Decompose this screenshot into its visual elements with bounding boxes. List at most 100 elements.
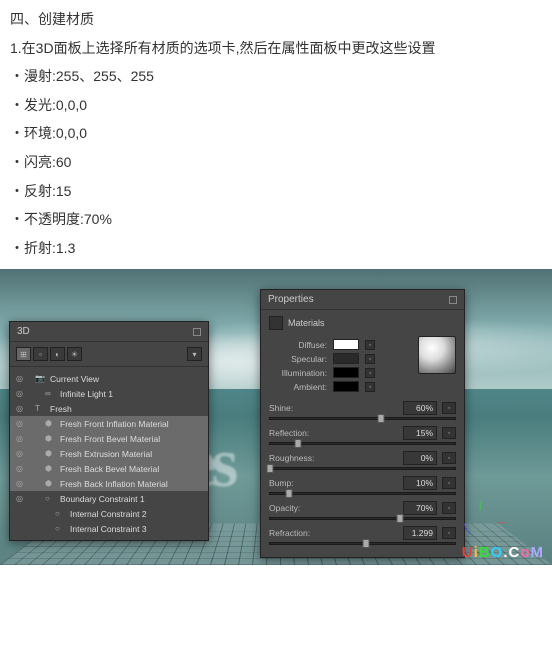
item-type-icon: ⬢ <box>45 449 56 458</box>
slider-track[interactable] <box>269 467 456 470</box>
visibility-icon[interactable]: ◎ <box>16 464 27 473</box>
slider-thumb[interactable] <box>396 514 403 523</box>
tree-row[interactable]: ○Internal Constraint 2 <box>10 506 208 521</box>
visibility-icon[interactable]: ◎ <box>16 389 27 398</box>
slider-track[interactable] <box>269 517 456 520</box>
tree-row[interactable]: ◎ ⬢ Fresh Front Bevel Material <box>10 431 208 446</box>
3d-panel-label: 3D <box>17 326 30 337</box>
panel-menu-icon[interactable] <box>449 296 457 304</box>
tree-row[interactable]: ◎⬢Fresh Extrusion Material <box>10 446 208 461</box>
tree-row[interactable]: ◎📷Current View <box>10 371 208 386</box>
3d-scene-tree: ◎📷Current View◎∞Infinite Light 1◎TFresh◎… <box>10 367 208 540</box>
watermark: UiBO.CoM <box>462 544 544 561</box>
slider-value[interactable]: 0% <box>403 451 437 465</box>
properties-panel-title[interactable]: Properties <box>261 290 464 310</box>
slider-track[interactable] <box>269 542 456 545</box>
visibility-icon[interactable]: ◎ <box>16 434 27 443</box>
visibility-icon[interactable]: ◎ <box>16 374 27 383</box>
texture-picker-icon[interactable]: ▫ <box>365 368 375 378</box>
filter-scene-icon[interactable]: ⊞ <box>16 347 31 361</box>
color-swatch[interactable] <box>333 381 359 392</box>
tree-row[interactable]: ◎ ⬢ Fresh Front Inflation Material <box>10 416 208 431</box>
visibility-icon[interactable]: ◎ <box>16 419 27 428</box>
3d-panel-toolbar: ⊞ ▫ ◐ ☀ ▾ <box>10 342 208 367</box>
3d-panel[interactable]: 3D ⊞ ▫ ◐ ☀ ▾ ◎📷Current View◎∞Infinite Li… <box>9 321 209 541</box>
toolbar-menu-icon[interactable]: ▾ <box>187 347 202 361</box>
material-color-row: Illumination: ▫ <box>269 367 414 378</box>
color-label: Illumination: <box>269 368 327 378</box>
visibility-icon[interactable]: ◎ <box>16 404 27 413</box>
screenshot-canvas: es 3D ⊞ ▫ ◐ ☀ ▾ ◎📷Current View◎∞Infinite… <box>0 269 552 565</box>
doc-bullet: ・不透明度:70% <box>10 206 542 233</box>
material-color-row: Specular:▫ <box>269 353 414 364</box>
color-label: Diffuse: <box>269 340 327 350</box>
texture-picker-icon[interactable]: ▫ <box>442 477 456 489</box>
filter-material-icon[interactable]: ◐ <box>50 347 65 361</box>
item-type-icon: ∞ <box>45 389 56 398</box>
doc-bullet: ・漫射:255、255、255 <box>10 63 542 90</box>
3d-panel-title[interactable]: 3D <box>10 322 208 342</box>
color-label: Ambient: <box>269 382 327 392</box>
slider-row: Bump:10%▫ <box>269 476 456 490</box>
tree-row[interactable]: ◎TFresh <box>10 401 208 416</box>
tree-row[interactable]: ◎∞Infinite Light 1 <box>10 386 208 401</box>
texture-picker-icon[interactable]: ▫ <box>442 452 456 464</box>
slider-thumb[interactable] <box>285 489 292 498</box>
item-label: Fresh Front Bevel Material <box>60 434 160 444</box>
panel-menu-icon[interactable] <box>193 328 201 336</box>
slider-value[interactable]: 60% <box>403 401 437 415</box>
slider-thumb[interactable] <box>267 464 274 473</box>
axis-x: — <box>497 517 506 527</box>
item-type-icon: ⬢ <box>45 419 56 428</box>
slider-label: Refraction: <box>269 528 329 538</box>
slider-value[interactable]: 70% <box>403 501 437 515</box>
properties-panel[interactable]: Properties Materials Diffuse:▫Specular:▫… <box>260 289 465 558</box>
item-label: Fresh Back Bevel Material <box>60 464 159 474</box>
visibility-icon[interactable]: ◎ <box>16 494 27 503</box>
texture-picker-icon[interactable]: ▫ <box>442 402 456 414</box>
item-type-icon: T <box>35 404 46 413</box>
material-preview-sphere[interactable] <box>418 336 456 374</box>
color-swatch[interactable] <box>333 339 359 350</box>
material-color-row: Ambient: ▫ <box>269 381 414 392</box>
texture-picker-icon[interactable]: ▫ <box>442 502 456 514</box>
color-swatch[interactable] <box>333 367 359 378</box>
texture-picker-icon[interactable]: ▫ <box>365 382 375 392</box>
color-swatch[interactable] <box>333 353 359 364</box>
item-label: Fresh Front Inflation Material <box>60 419 169 429</box>
slider-thumb[interactable] <box>294 439 301 448</box>
slider-value[interactable]: 10% <box>403 476 437 490</box>
item-label: Fresh Back Inflation Material <box>60 479 168 489</box>
slider-row: Roughness: 0% ▫ <box>269 451 456 465</box>
texture-picker-icon[interactable]: ▫ <box>442 527 456 539</box>
slider-value[interactable]: 1.299 <box>403 526 437 540</box>
tree-row[interactable]: ○Internal Constraint 3 <box>10 521 208 536</box>
slider-label: Roughness: <box>269 453 329 463</box>
slider-thumb[interactable] <box>378 414 385 423</box>
doc-heading: 四、创建材质 <box>10 6 542 33</box>
slider-thumb[interactable] <box>363 539 370 548</box>
doc-bullet: ・环境:0,0,0 <box>10 120 542 147</box>
tree-row[interactable]: ◎○Boundary Constraint 1 <box>10 491 208 506</box>
visibility-icon[interactable]: ◎ <box>16 479 27 488</box>
tree-row[interactable]: ◎⬢Fresh Back Bevel Material <box>10 461 208 476</box>
texture-picker-icon[interactable]: ▫ <box>365 340 375 350</box>
visibility-icon[interactable]: ◎ <box>16 449 27 458</box>
item-type-icon: ⬢ <box>45 434 56 443</box>
slider-value[interactable]: 15% <box>403 426 437 440</box>
filter-light-icon[interactable]: ☀ <box>67 347 82 361</box>
slider-track[interactable] <box>269 417 456 420</box>
slider-label: Opacity: <box>269 503 329 513</box>
filter-mesh-icon[interactable]: ▫ <box>33 347 48 361</box>
texture-picker-icon[interactable]: ▫ <box>365 354 375 364</box>
doc-step: 1.在3D面板上选择所有材质的选项卡,然后在属性面板中更改这些设置 <box>10 35 542 62</box>
material-color-row: Diffuse: ▫ <box>269 339 414 350</box>
doc-bullet: ・发光:0,0,0 <box>10 92 542 119</box>
tree-row[interactable]: ◎⬢Fresh Back Inflation Material <box>10 476 208 491</box>
texture-picker-icon[interactable]: ▫ <box>442 427 456 439</box>
slider-track[interactable] <box>269 442 456 445</box>
slider-row: Refraction: 1.299 ▫ <box>269 526 456 540</box>
slider-label: Reflection: <box>269 428 329 438</box>
item-type-icon: ○ <box>55 509 66 518</box>
slider-track[interactable] <box>269 492 456 495</box>
